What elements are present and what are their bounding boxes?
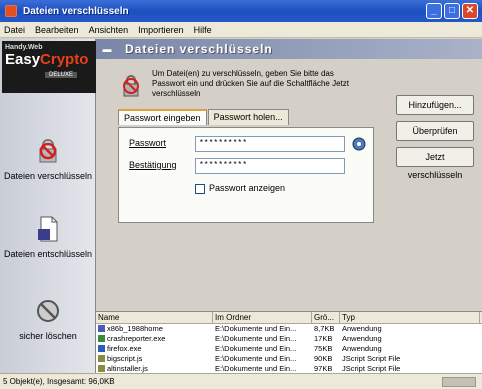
cell-folder: E:\Dokumente und Ein... xyxy=(215,324,297,333)
file-list-header: Name Im Ordner Grö... Typ xyxy=(96,312,482,324)
cell-folder: E:\Dokumente und Ein... xyxy=(215,334,297,343)
main-area: ▬ Dateien verschlüsseln Um Datei(en) zu … xyxy=(96,39,482,373)
tab-get-password[interactable]: Passwort holen... xyxy=(207,109,289,125)
tab-bar: Passwort eingeben Passwort holen... xyxy=(118,109,290,125)
cell-folder: E:\Dokumente und Ein... xyxy=(215,344,297,353)
file-icon xyxy=(98,355,105,362)
menu-bar: Datei Bearbeiten Ansichten Importieren H… xyxy=(0,22,482,38)
shred-icon xyxy=(37,300,59,322)
show-password-label: Passwort anzeigen xyxy=(209,183,286,193)
column-size[interactable]: Grö... xyxy=(312,312,340,323)
confirm-field[interactable]: ********** xyxy=(195,158,345,174)
file-icon xyxy=(98,325,105,332)
cell-size: 8,7KB xyxy=(314,324,335,333)
logo-easy: Easy xyxy=(5,51,41,68)
status-text: 5 Objekt(e), Insgesamt: 96,0KB xyxy=(3,377,115,386)
status-progress xyxy=(442,377,476,387)
minimize-button[interactable]: _ xyxy=(426,3,442,19)
sidebar-item-decrypt[interactable]: Dateien entschlüsseln xyxy=(0,215,96,260)
tab-enter-password[interactable]: Passwort eingeben xyxy=(118,109,207,125)
maximize-button[interactable]: □ xyxy=(444,3,460,19)
cell-name: x86b_1988home xyxy=(96,324,213,334)
table-row[interactable]: bigscript.js E:\Dokumente und Ein... 90KB J… xyxy=(96,354,482,364)
cell-folder: E:\Dokumente und Ein... xyxy=(215,354,297,363)
cell-size: 75KB xyxy=(314,344,333,353)
menu-importieren[interactable]: Importieren xyxy=(138,25,184,35)
file-name: bigscript.js xyxy=(107,354,143,363)
cell-size: 90KB xyxy=(314,354,333,363)
table-row[interactable]: firefox.exe E:\Dokumente und Ein... 75KB An… xyxy=(96,344,482,354)
sidebar: Handy.Web EasyCrypto DELUXE Dateien vers… xyxy=(0,39,96,373)
encrypt-now-button[interactable]: Jetzt verschlüsseln xyxy=(396,147,474,180)
sidebar-label-decrypt: Dateien entschlüsseln xyxy=(3,249,93,259)
encrypt-lock-icon xyxy=(39,139,57,163)
table-row[interactable]: x86b_1988home E:\Dokumente und Ein... 8,7K… xyxy=(96,324,482,334)
menu-ansichten[interactable]: Ansichten xyxy=(89,25,129,35)
close-button[interactable]: ✕ xyxy=(462,3,478,19)
cell-type: JScript Script File xyxy=(342,354,401,363)
tab-content: Passwort ********** Bestätigung ********… xyxy=(118,127,374,223)
cell-name: crashreporter.exe xyxy=(96,334,213,344)
logo-top-text: Handy.Web xyxy=(5,44,43,51)
cell-size: 17KB xyxy=(314,334,333,343)
menu-bearbeiten[interactable]: Bearbeiten xyxy=(35,25,79,35)
status-bar: 5 Objekt(e), Insgesamt: 96,0KB xyxy=(0,373,482,389)
file-icon xyxy=(98,345,105,352)
file-name: crashreporter.exe xyxy=(107,334,166,343)
table-row[interactable]: crashreporter.exe E:\Dokumente und Ein...… xyxy=(96,334,482,344)
file-rows: x86b_1988home E:\Dokumente und Ein... 8,7K… xyxy=(96,324,482,374)
app-logo: Handy.Web EasyCrypto DELUXE xyxy=(2,41,96,93)
add-button[interactable]: Hinzufügen... xyxy=(396,95,474,115)
sidebar-label-delete: sicher löschen xyxy=(19,331,77,341)
panel-header: ▬ Dateien verschlüsseln xyxy=(96,39,482,59)
password-label: Passwort xyxy=(129,138,167,148)
lock-warning-icon xyxy=(123,75,139,97)
panel-body: Um Datei(en) zu verschlüsseln, geben Sie… xyxy=(96,59,482,311)
info-text: Um Datei(en) zu verschlüsseln, geben Sie… xyxy=(152,69,349,98)
cell-type: Anwendung xyxy=(342,344,382,353)
show-password-checkbox[interactable] xyxy=(195,184,205,194)
column-type[interactable]: Typ xyxy=(340,312,480,323)
sidebar-label-encrypt: Dateien verschlüsseln xyxy=(3,171,93,181)
check-button[interactable]: Überprüfen xyxy=(396,121,474,141)
file-icon xyxy=(98,365,105,372)
panel-title: Dateien verschlüsseln xyxy=(125,42,273,56)
column-name[interactable]: Name xyxy=(96,312,213,323)
sidebar-item-delete[interactable]: sicher löschen xyxy=(0,297,96,342)
logo-crypto: Crypto xyxy=(40,51,89,68)
file-name: firefox.exe xyxy=(107,344,142,353)
cell-name: bigscript.js xyxy=(96,354,213,364)
title-bar: Dateien verschlüsseln _ □ ✕ xyxy=(0,0,482,22)
window-title: Dateien verschlüsseln xyxy=(23,5,129,17)
column-folder[interactable]: Im Ordner xyxy=(213,312,312,323)
collapse-icon[interactable]: ▬ xyxy=(101,43,113,55)
file-name: x86b_1988home xyxy=(107,324,163,333)
cell-type: Anwendung xyxy=(342,324,382,333)
generate-password-icon[interactable] xyxy=(351,136,367,152)
menu-datei[interactable]: Datei xyxy=(4,25,25,35)
menu-hilfe[interactable]: Hilfe xyxy=(194,25,212,35)
cell-type: Anwendung xyxy=(342,334,382,343)
file-icon xyxy=(98,335,105,342)
sidebar-item-encrypt[interactable]: Dateien verschlüsseln xyxy=(0,137,96,182)
file-list: Name Im Ordner Grö... Typ x86b_1988home E… xyxy=(96,311,482,373)
document-icon xyxy=(38,216,58,242)
cell-name: firefox.exe xyxy=(96,344,213,354)
file-name: altinstaller.js xyxy=(107,364,148,373)
logo-sub: DELUXE xyxy=(45,72,78,78)
app-icon xyxy=(5,5,17,17)
password-field[interactable]: ********** xyxy=(195,136,345,152)
confirm-label: Bestätigung xyxy=(129,160,177,170)
